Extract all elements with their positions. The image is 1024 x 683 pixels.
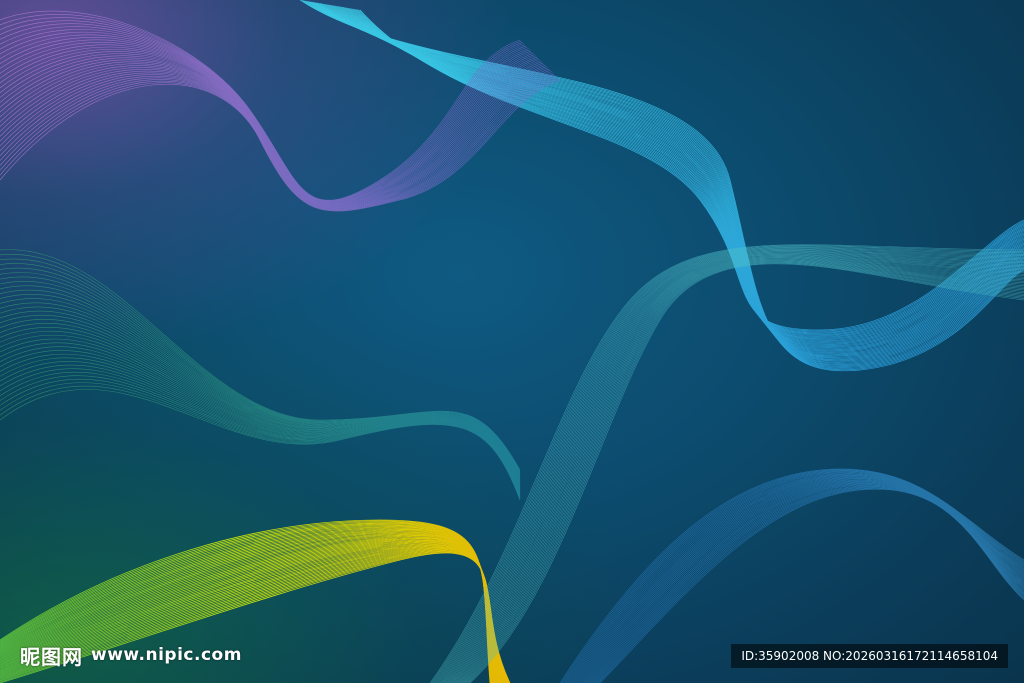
wave-line — [462, 260, 1024, 683]
purple-wave-band — [0, 10, 561, 212]
wave-line — [0, 289, 521, 478]
teal-wave-band — [429, 244, 1024, 683]
wave-line — [0, 371, 521, 496]
wave-line — [0, 63, 546, 208]
wave-line — [0, 73, 555, 210]
wave-line — [0, 263, 521, 473]
wave-line — [0, 14, 522, 201]
wave-line — [0, 385, 521, 500]
wave-line — [445, 252, 1024, 683]
wave-line — [0, 319, 521, 484]
wave-line — [448, 253, 1024, 683]
wave-line — [0, 17, 523, 201]
nipic-logo-text: 昵图网 — [20, 644, 83, 669]
wave-line — [0, 382, 521, 499]
wave-lines-artwork — [0, 0, 1024, 683]
wave-line — [0, 281, 521, 477]
wave-line — [464, 261, 1024, 683]
image-id-text: ID:35902008 NO:20260316172114658104 — [741, 649, 998, 663]
wave-line — [0, 368, 521, 495]
wave-line — [466, 262, 1024, 683]
wave-line — [0, 323, 521, 485]
wave-line — [451, 255, 1024, 683]
image-id-label: ID:35902008 NO:20260316172114658104 — [731, 644, 1008, 668]
wave-line — [0, 364, 521, 495]
wave-line — [0, 61, 545, 207]
nipic-site-url: www.nipic.com — [91, 645, 242, 665]
wave-line — [432, 245, 1024, 683]
wave-line — [0, 71, 552, 209]
wave-line — [442, 251, 1024, 683]
wave-line — [0, 315, 521, 483]
wave-line — [0, 267, 521, 474]
wave-line — [0, 306, 521, 482]
wave-line — [0, 298, 521, 480]
wave-line — [0, 310, 521, 483]
wave-line — [0, 74, 556, 210]
wave-line — [0, 285, 521, 477]
abstract-wave-background: 昵图网 www.nipic.com ID:35902008 NO:2026031… — [0, 0, 1024, 683]
wave-line — [0, 70, 551, 209]
wave-line — [436, 248, 1024, 683]
wave-line — [0, 272, 521, 475]
wave-line — [440, 249, 1024, 683]
wave-line — [0, 23, 525, 202]
wave-line — [453, 256, 1024, 683]
wave-line — [434, 246, 1024, 683]
wave-line — [0, 302, 521, 481]
wave-line — [0, 10, 521, 201]
nipic-watermark: 昵图网 www.nipic.com — [20, 640, 242, 670]
green-wave-band — [0, 249, 521, 501]
wave-line — [302, 0, 1024, 370]
